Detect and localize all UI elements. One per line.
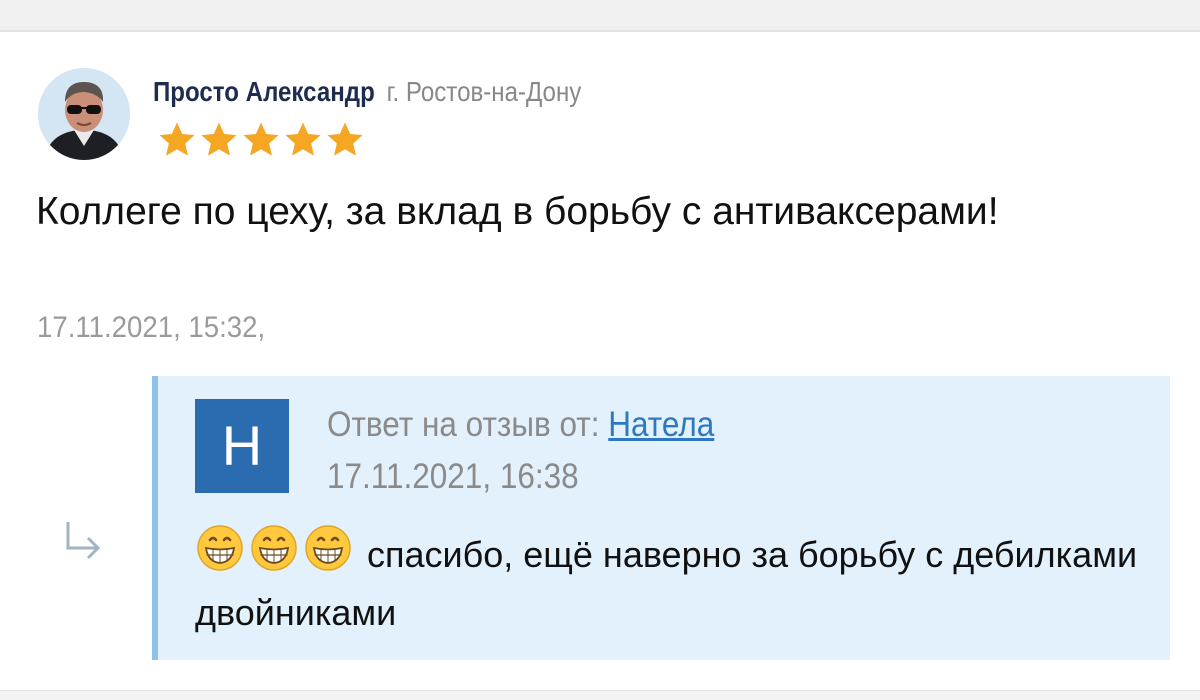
star-icon [285,122,321,156]
star-icon [201,122,237,156]
top-separator [0,0,1200,30]
grinning-face-emoji [197,525,243,571]
rating-stars [157,120,365,160]
reply-header: Ответ на отзыв от: Натела [327,401,714,449]
avatar-photo [38,68,130,160]
reply-arrow-icon [66,522,101,560]
grinning-face-emoji [305,525,351,571]
avatar[interactable] [38,68,130,160]
review-text: Коллеге по цеху, за вклад в борьбу с ант… [36,190,999,233]
reply-date: 17.11.2021, 16:38 [327,457,579,496]
review-card: Просто Александр г. Ростов-на-Дону Колле… [0,32,1200,690]
reply-message: спасибо, ещё наверно за борьбу с дебилка… [195,523,1155,642]
bottom-separator [0,690,1200,700]
star-icon [327,122,363,156]
star-icon [243,122,279,156]
reply-label: Ответ на отзыв от: [327,405,600,444]
reply-box: Н Ответ на отзыв от: Натела 17.11.2021, … [152,376,1170,660]
author-line: Просто Александр г. Ростов-на-Дону [153,72,581,112]
author-city: г. Ростов-на-Дону [386,76,582,107]
review-date: 17.11.2021, 15:32, [37,311,266,344]
reply-author-badge: Н [195,399,289,493]
grinning-face-emoji [251,525,297,571]
screenshot-frame: Просто Александр г. Ростов-на-Дону Колле… [0,0,1200,700]
author-name[interactable]: Просто Александр [153,76,375,107]
emoji-row [195,523,353,573]
star-icon [159,122,195,156]
reply-author-link[interactable]: Натела [608,405,714,444]
